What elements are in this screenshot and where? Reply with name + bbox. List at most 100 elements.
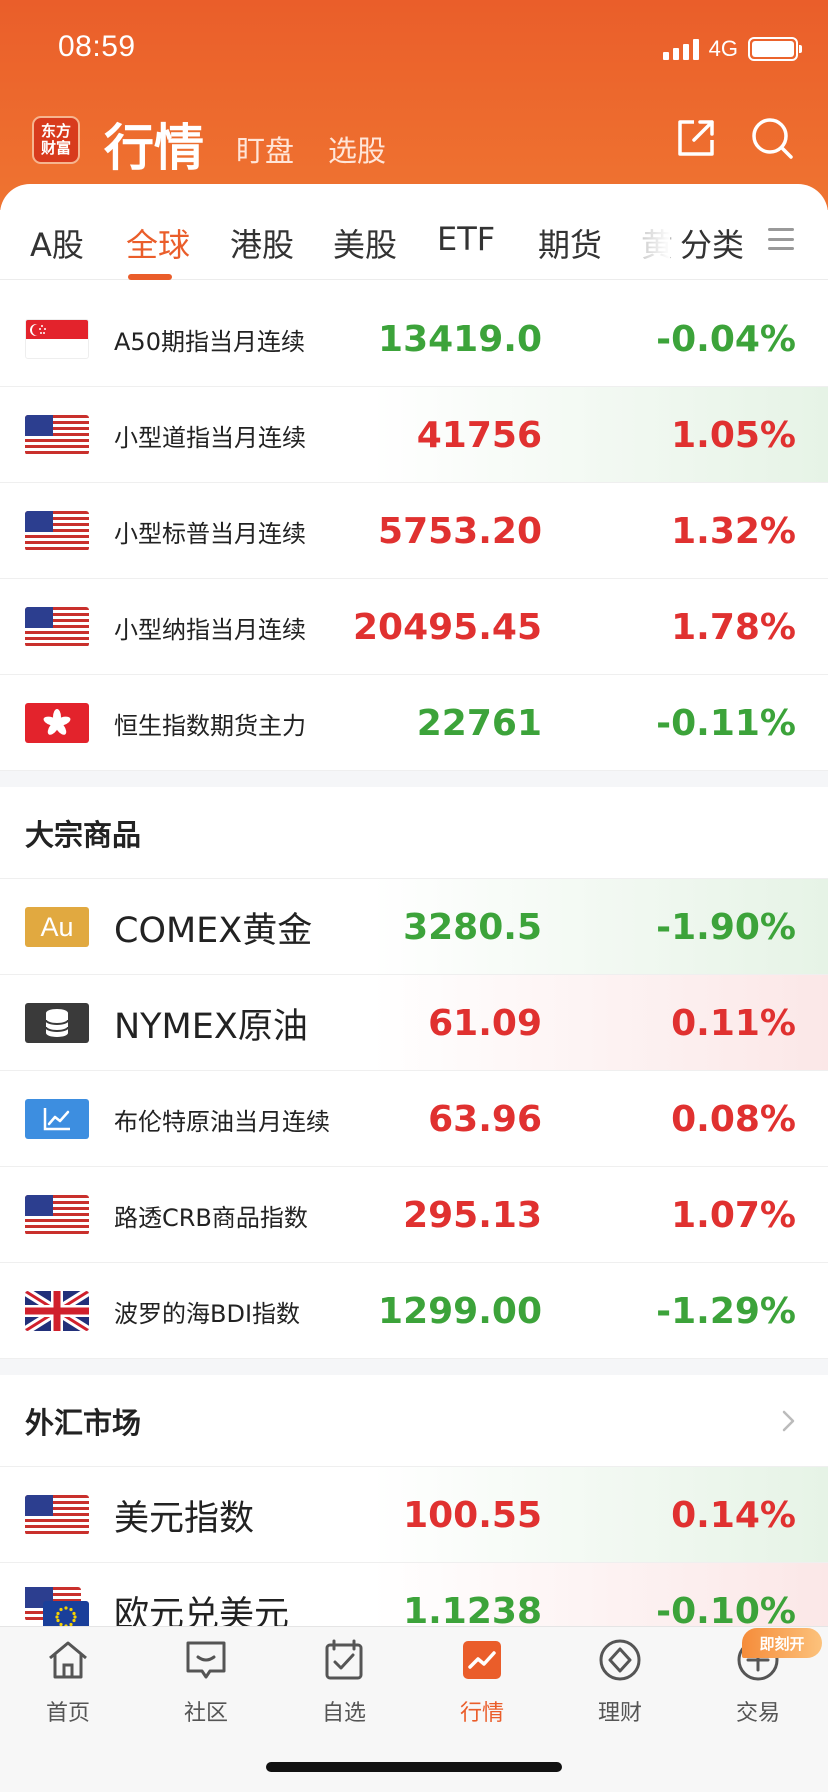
quote-price: 5753.20 [378,510,542,552]
page-title: 行情 [104,119,204,177]
hong-kong-flag-icon [25,703,89,743]
line-chart-icon [25,1099,89,1139]
quote-name: 小型道指当月连续 [114,423,306,452]
us-flag-icon [25,511,89,551]
quote-price: 13419.0 [378,318,542,360]
quote-change: 1.32% [671,510,796,552]
chat-icon [186,1641,226,1679]
quote-name: 路透CRB商品指数 [114,1203,308,1232]
tab-futures[interactable]: 期货 [538,220,602,266]
quote-price: 1299.00 [378,1290,542,1332]
nav-watchlist[interactable]: 自选 [284,1637,404,1727]
quote-name: 小型标普当月连续 [114,519,306,548]
quote-change: 1.07% [671,1194,796,1236]
quote-price: 63.96 [428,1098,542,1140]
quote-price: 22761 [416,702,542,744]
share-icon[interactable] [672,114,720,162]
tab-us[interactable]: 美股 [333,220,397,266]
tab-stock-picker[interactable]: 选股 [328,128,386,170]
wealth-icon [599,1639,641,1681]
menu-icon[interactable] [768,228,794,250]
section-title: 外汇市场 [25,1406,142,1440]
quote-change: -1.90% [656,906,796,948]
header-bar: 08:59 4G 东方 财富 行情 盯盘 选股 [0,0,828,210]
nav-home[interactable]: 首页 [8,1637,128,1727]
tab-watch[interactable]: 盯盘 [236,128,294,170]
status-time: 08:59 [58,30,136,63]
quote-change: 1.78% [671,606,796,648]
market-tabs: A股 全球 港股 美股 ETF 期货 黄 分类 [0,184,828,280]
us-flag-icon [25,415,89,455]
app-logo: 东方 财富 [32,116,80,164]
quote-name: 小型纳指当月连续 [114,615,306,644]
signal-icon [662,38,699,60]
oil-barrel-icon [25,1003,89,1043]
section-divider [0,771,828,787]
quote-change: -0.11% [656,702,796,744]
quote-name: A50期指当月连续 [114,327,305,356]
us-flag-icon [25,1195,89,1235]
tab-etf[interactable]: ETF [437,220,495,258]
quote-row[interactable]: A50期指当月连续 13419.0 -0.04% [0,291,828,387]
battery-icon [748,37,802,61]
quote-change: 0.08% [671,1098,796,1140]
tab-global[interactable]: 全球 [126,220,190,266]
home-indicator [266,1762,562,1772]
quote-name: NYMEX原油 [114,1006,308,1047]
quote-change: 0.14% [671,1494,796,1536]
quote-row[interactable]: 恒生指数期货主力 22761 -0.11% [0,675,828,771]
gold-icon: Au [25,907,89,947]
section-commodities: 大宗商品 [0,787,828,879]
tab-hk[interactable]: 港股 [230,220,294,266]
quote-row[interactable]: 路透CRB商品指数 295.13 1.07% [0,1167,828,1263]
checklist-icon [325,1639,363,1680]
quote-row[interactable]: 小型标普当月连续 5753.20 1.32% [0,483,828,579]
tab-a-share[interactable]: A股 [30,220,84,266]
quote-name: COMEX黄金 [114,910,313,951]
network-type: 4G [708,36,738,61]
nav-market[interactable]: 行情 [422,1637,542,1727]
quote-row[interactable]: 布伦特原油当月连续 63.96 0.08% [0,1071,828,1167]
quote-price: 41756 [416,414,542,456]
quote-change: 0.11% [671,1002,796,1044]
quote-price: 100.55 [403,1494,542,1536]
market-screen: 08:59 4G 东方 财富 行情 盯盘 选股 A股 全球 港股 美股 ETF … [0,0,828,1792]
quote-row[interactable]: NYMEX原油 61.09 0.11% [0,975,828,1071]
quote-row[interactable]: 波罗的海BDI指数 1299.00 -1.29% [0,1263,828,1359]
singapore-flag-icon [25,319,89,359]
promo-badge[interactable]: 即刻开 [742,1628,822,1658]
status-indicators: 4G [662,36,802,62]
us-flag-icon [25,607,89,647]
tab-fade [630,204,670,264]
quote-price: 295.13 [403,1194,542,1236]
quote-row[interactable]: 小型道指当月连续 41756 1.05% [0,387,828,483]
market-chart-icon [463,1641,501,1679]
active-tab-indicator [128,274,172,280]
chevron-right-icon [782,1410,795,1432]
quote-row[interactable]: 美元指数 100.55 0.14% [0,1467,828,1563]
quote-name: 波罗的海BDI指数 [114,1299,301,1328]
quote-change: -0.04% [656,318,796,360]
quote-name: 美元指数 [114,1498,255,1539]
section-title: 大宗商品 [25,818,142,852]
quote-row[interactable]: Au COMEX黄金 3280.5 -1.90% [0,879,828,975]
quote-change: -1.29% [656,1290,796,1332]
quote-price: 61.09 [428,1002,542,1044]
us-flag-icon [25,1495,89,1535]
nav-wealth[interactable]: 理财 [560,1637,680,1727]
search-icon[interactable] [748,114,796,162]
quote-price: 20495.45 [352,606,542,648]
tab-category[interactable]: 分类 [680,220,745,266]
eu-us-flag-icon [25,1587,89,1633]
uk-flag-icon [25,1291,89,1331]
quote-change: 1.05% [671,414,796,456]
home-icon [49,1641,87,1679]
quote-row[interactable]: 小型纳指当月连续 20495.45 1.78% [0,579,828,675]
quote-name: 恒生指数期货主力 [114,711,306,740]
section-divider [0,1359,828,1375]
nav-community[interactable]: 社区 [146,1637,266,1727]
quote-name: 布伦特原油当月连续 [114,1107,330,1136]
quote-price: 3280.5 [403,906,542,948]
section-forex[interactable]: 外汇市场 [0,1375,828,1467]
quote-list: A50期指当月连续 13419.0 -0.04% 小型道指当月连续 41756 1.05%… [0,291,828,1659]
